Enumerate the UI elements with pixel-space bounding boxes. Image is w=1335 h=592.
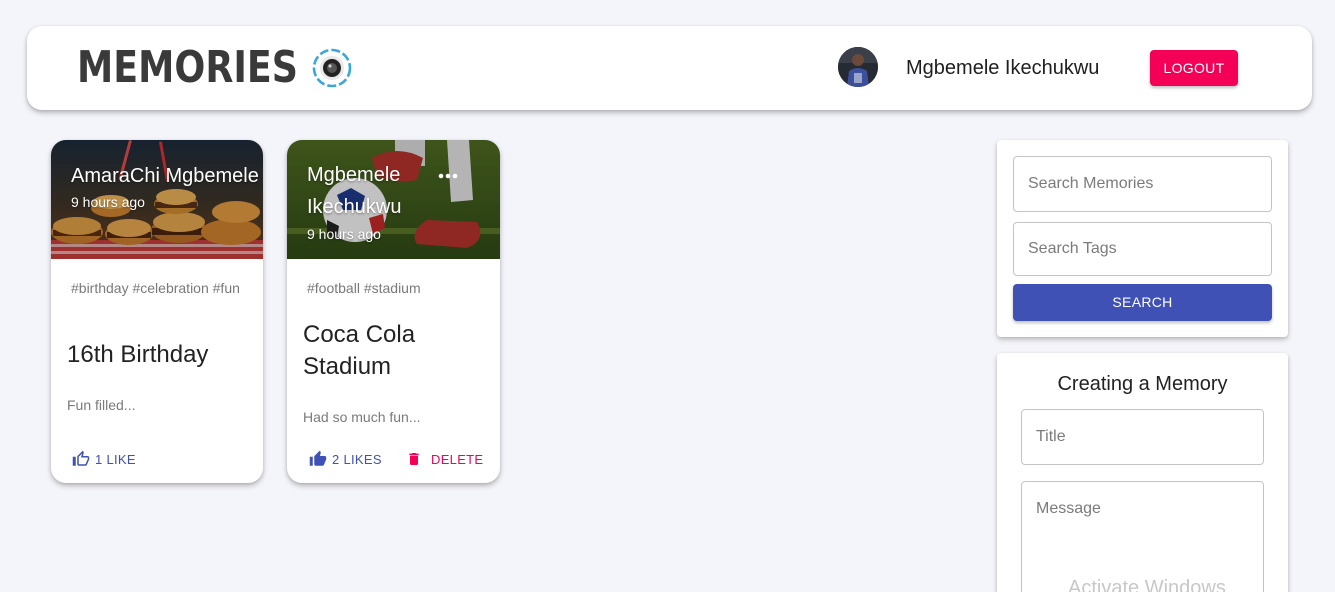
app-bar: MEMORIES Mgbemele Ikechukwu LOGOUT <box>27 26 1312 110</box>
thumb-up-outline-icon <box>72 450 90 466</box>
card-title: Coca Cola Stadium <box>303 321 416 380</box>
like-button[interactable]: 1 LIKE <box>71 450 136 468</box>
memory-card[interactable]: AmaraChi Mgbemele 9 hours ago #birthday … <box>51 140 263 483</box>
title-field <box>1021 409 1264 465</box>
card-time: 9 hours ago <box>71 194 145 210</box>
more-horizontal-icon[interactable] <box>437 166 459 186</box>
card-creator: Mgbemele Ikechukwu <box>307 164 402 218</box>
brand-title: MEMORIES <box>77 42 299 93</box>
thumb-up-icon <box>309 450 327 466</box>
search-tags-field <box>1013 222 1272 276</box>
avatar[interactable] <box>838 47 878 87</box>
card-message: Had so much fun... <box>303 409 421 425</box>
search-memories-field <box>1013 156 1272 212</box>
logout-button[interactable]: LOGOUT <box>1150 50 1238 86</box>
search-button[interactable]: SEARCH <box>1013 284 1272 321</box>
memory-form-panel: Creating a Memory <box>997 353 1288 592</box>
title-input[interactable] <box>1022 410 1263 464</box>
delete-label: DELETE <box>431 451 484 467</box>
search-panel: SEARCH <box>997 140 1288 337</box>
like-count: 1 LIKE <box>95 451 136 467</box>
trash-icon <box>409 453 419 465</box>
search-tags-input[interactable] <box>1014 223 1271 275</box>
card-tags: #football #stadium <box>307 280 421 296</box>
user-photo-icon <box>838 47 878 87</box>
like-count: 2 LIKES <box>332 451 382 467</box>
delete-button[interactable]: DELETE <box>406 450 483 468</box>
card-title: 16th Birthday <box>67 341 209 368</box>
like-button[interactable]: 2 LIKES <box>308 450 382 468</box>
user-name: Mgbemele Ikechukwu <box>906 57 1100 79</box>
camera-lens-logo-icon <box>312 48 352 88</box>
form-heading: Creating a Memory <box>1057 373 1228 395</box>
card-tags: #birthday #celebration #fun <box>71 280 240 296</box>
brand[interactable]: MEMORIES <box>77 44 359 92</box>
card-creator: AmaraChi Mgbemele <box>71 165 259 187</box>
search-memories-input[interactable] <box>1014 157 1271 211</box>
memory-card[interactable]: Mgbemele Ikechukwu 9 hours ago #football… <box>287 140 500 483</box>
card-time: 9 hours ago <box>307 226 381 242</box>
card-message: Fun filled... <box>67 397 136 413</box>
windows-activation-watermark: Activate Windows <box>1068 577 1226 592</box>
